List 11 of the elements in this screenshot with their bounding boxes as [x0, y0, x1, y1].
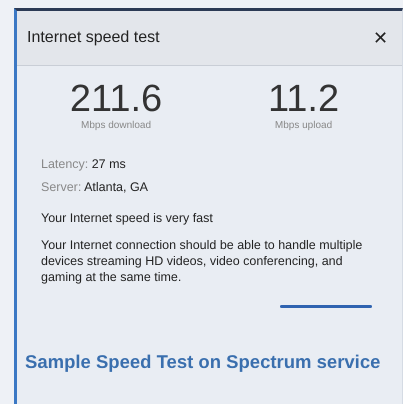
- speed-unit-label: Mbps upload: [274, 119, 332, 133]
- speed-summary: Your Internet speed is very fast: [40, 210, 214, 227]
- close-button[interactable]: ✕: [373, 29, 388, 47]
- speed-value: 11.2: [268, 80, 340, 118]
- dialog-title: Internet speed test: [27, 28, 160, 48]
- speed-description: Your Internet connection should be able to handle multiple devices streaming HD videos, video conferencing, and gaming at the same time.: [40, 237, 364, 286]
- caption: Sample Speed Test on Spectrum service: [24, 350, 382, 374]
- speed-unit-label: Mbps download: [81, 119, 152, 133]
- detail-line: Server: Atlanta, GA: [41, 178, 150, 196]
- speed-value: 211.6: [70, 80, 162, 118]
- detail-line: Latency: 27 ms: [41, 156, 127, 173]
